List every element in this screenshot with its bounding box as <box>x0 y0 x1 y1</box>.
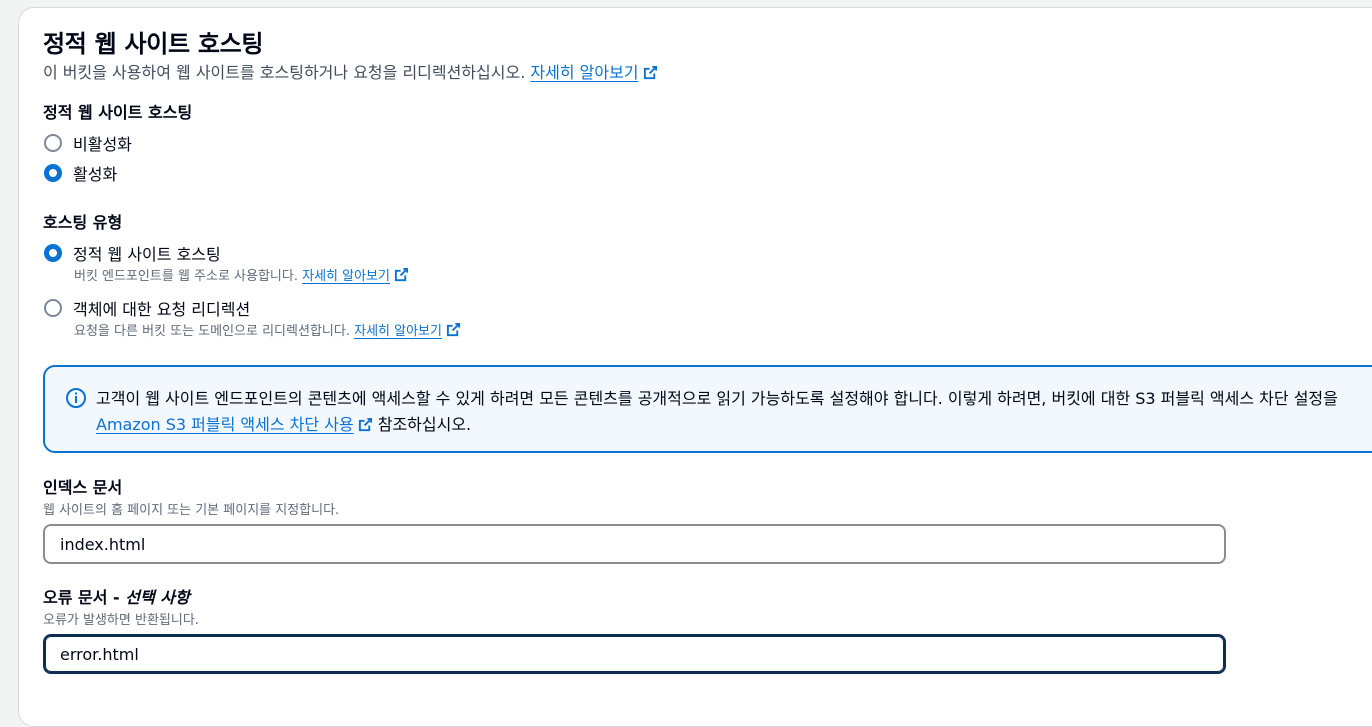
info-alert: 고객이 웹 사이트 엔드포인트의 콘텐츠에 액세스할 수 있게 하려면 모든 콘… <box>43 365 1372 453</box>
info-icon <box>66 388 86 408</box>
section-title: 정적 웹 사이트 호스팅 <box>43 30 264 58</box>
radio-enable[interactable]: 활성화 <box>44 161 117 185</box>
static-hosting-description-text: 버킷 엔드포인트를 웹 주소로 사용합니다. <box>74 269 298 284</box>
index-document-label: 인덱스 문서 <box>43 478 123 497</box>
section-description-text: 이 버킷을 사용하여 웹 사이트를 호스팅하거나 요청을 리디렉션하십시오. <box>43 63 526 82</box>
radio-enable-label: 활성화 <box>73 165 118 184</box>
external-link-icon <box>358 417 372 432</box>
radio-static-hosting-label: 정적 웹 사이트 호스팅 <box>73 245 221 264</box>
radio-disable[interactable]: 비활성화 <box>44 131 132 155</box>
radio-static-hosting-button[interactable] <box>44 244 62 262</box>
redirect-description: 요청을 다른 버킷 또는 도메인으로 리디렉션합니다. 자세히 알아보기 <box>74 320 461 339</box>
external-link-icon <box>643 65 657 80</box>
radio-redirect[interactable]: 객체에 대한 요청 리디렉션 <box>44 296 250 320</box>
info-alert-suffix: 참조하십시오. <box>377 415 472 434</box>
radio-redirect-button[interactable] <box>44 299 62 317</box>
radio-enable-button[interactable] <box>44 164 62 182</box>
hosting-toggle-label: 정적 웹 사이트 호스팅 <box>43 103 193 122</box>
radio-static-hosting[interactable]: 정적 웹 사이트 호스팅 <box>44 241 221 265</box>
error-document-label-text: 오류 문서 - <box>43 588 120 607</box>
info-alert-line2: Amazon S3 퍼블릭 액세스 차단 사용 참조하십시오. <box>96 411 471 435</box>
hosting-type-label: 호스팅 유형 <box>43 213 123 232</box>
error-document-hint: 오류가 발생하면 반환됩니다. <box>43 613 199 628</box>
error-document-input[interactable] <box>43 634 1226 674</box>
error-document-optional: 선택 사항 <box>125 588 190 607</box>
radio-disable-button[interactable] <box>44 134 62 152</box>
section-description: 이 버킷을 사용하여 웹 사이트를 호스팅하거나 요청을 리디렉션하십시오. 자… <box>43 59 658 83</box>
index-document-hint: 웹 사이트의 홈 페이지 또는 기본 페이지를 지정합니다. <box>43 503 340 518</box>
static-hosting-description: 버킷 엔드포인트를 웹 주소로 사용합니다. 자세히 알아보기 <box>74 265 409 284</box>
external-link-icon <box>394 267 409 282</box>
info-alert-text: 고객이 웹 사이트 엔드포인트의 콘텐츠에 액세스할 수 있게 하려면 모든 콘… <box>96 389 1338 408</box>
external-link-icon <box>446 322 461 337</box>
learn-more-link[interactable]: 자세히 알아보기 <box>530 63 657 82</box>
redirect-description-text: 요청을 다른 버킷 또는 도메인으로 리디렉션합니다. <box>74 324 350 339</box>
error-document-label: 오류 문서 - 선택 사항 <box>43 584 190 608</box>
block-public-access-link[interactable]: Amazon S3 퍼블릭 액세스 차단 사용 <box>96 415 373 434</box>
index-document-input[interactable] <box>43 524 1226 564</box>
radio-disable-label: 비활성화 <box>73 135 132 154</box>
redirect-learn-more-link[interactable]: 자세히 알아보기 <box>354 322 461 339</box>
static-hosting-learn-more-link[interactable]: 자세히 알아보기 <box>302 267 409 284</box>
radio-redirect-label: 객체에 대한 요청 리디렉션 <box>73 300 251 319</box>
